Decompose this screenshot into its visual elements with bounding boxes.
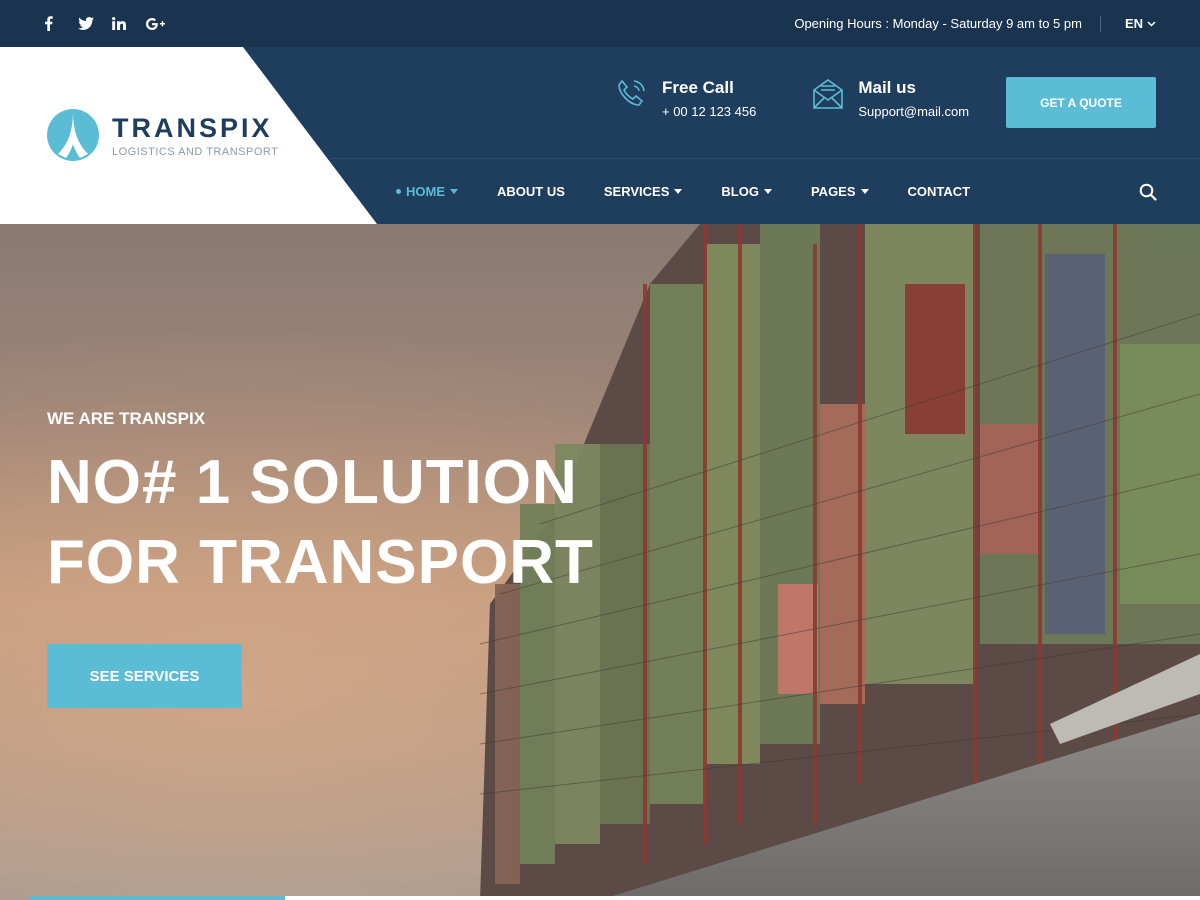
language-selector[interactable]: EN bbox=[1125, 16, 1156, 31]
nav-item-pages[interactable]: PAGES bbox=[811, 184, 869, 199]
nav-item-services[interactable]: SERVICES bbox=[604, 184, 683, 199]
facebook-icon[interactable] bbox=[44, 14, 78, 34]
caret-down-icon bbox=[763, 189, 772, 194]
hero-eyebrow: WE ARE TRANSPIX bbox=[47, 409, 206, 428]
nav-label: CONTACT bbox=[907, 184, 971, 199]
language-label: EN bbox=[1124, 16, 1143, 31]
nav-label: ABOUT US bbox=[497, 184, 565, 199]
brand-name: TRANSPIX bbox=[112, 112, 273, 143]
call-title: Free Call bbox=[662, 78, 734, 97]
brand-tagline: LOGISTICS AND TRANSPORT bbox=[112, 145, 279, 158]
nav-item-about-us[interactable]: ABOUT US bbox=[497, 184, 565, 199]
chevron-down-icon bbox=[1147, 20, 1156, 27]
caret-down-icon bbox=[450, 189, 458, 194]
contact-info: Free Call + 00 12 123 456 Mail us Suppor… bbox=[614, 77, 1025, 119]
logo-mark-icon bbox=[47, 109, 99, 161]
nav-label: SERVICES bbox=[603, 184, 670, 199]
nav-label: PAGES bbox=[810, 184, 856, 199]
mail-icon bbox=[813, 79, 844, 109]
mail-address[interactable]: Support@mail.com bbox=[858, 104, 969, 119]
search-icon[interactable] bbox=[1139, 183, 1157, 201]
divider bbox=[1099, 15, 1101, 32]
mail-us: Mail us Support@mail.com bbox=[812, 77, 969, 119]
nav-item-blog[interactable]: BLOG bbox=[721, 184, 772, 199]
headline-line-2: FOR TRANSPORT bbox=[47, 528, 594, 597]
mail-title: Mail us bbox=[858, 78, 916, 97]
caret-down-icon bbox=[860, 189, 869, 194]
get-a-quote-button[interactable]: GET A QUOTE bbox=[1006, 77, 1156, 128]
active-dot bbox=[396, 189, 401, 194]
accent-strip bbox=[30, 896, 285, 900]
twitter-icon[interactable] bbox=[78, 14, 112, 34]
top-bar: Opening Hours : Monday - Saturday 9 am t… bbox=[0, 0, 1200, 47]
logo-text: TRANSPIX LOGISTICS AND TRANSPORT bbox=[112, 113, 278, 158]
main-nav: HOME ABOUT US SERVICES BLOG PAGES CONTAC… bbox=[396, 159, 1009, 224]
nav-label: BLOG bbox=[721, 184, 759, 199]
top-info: Opening Hours : Monday - Saturday 9 am t… bbox=[794, 15, 1156, 32]
hero-content: WE ARE TRANSPIX NO# 1 SOLUTION FOR TRANS… bbox=[47, 409, 594, 603]
social-links bbox=[44, 14, 180, 34]
nav-item-home[interactable]: HOME bbox=[396, 184, 458, 199]
opening-hours: Opening Hours : Monday - Saturday 9 am t… bbox=[794, 16, 1082, 31]
logo[interactable]: TRANSPIX LOGISTICS AND TRANSPORT bbox=[46, 108, 278, 162]
call-number[interactable]: + 00 12 123 456 bbox=[662, 104, 756, 119]
caret-down-icon bbox=[674, 189, 683, 194]
phone-icon bbox=[618, 79, 645, 106]
google-plus-icon[interactable] bbox=[146, 14, 180, 34]
site-header: TRANSPIX LOGISTICS AND TRANSPORT Free Ca… bbox=[0, 47, 1200, 224]
hero-section: WE ARE TRANSPIX NO# 1 SOLUTION FOR TRANS… bbox=[0, 224, 1200, 900]
section-edge bbox=[285, 896, 1200, 900]
see-services-button[interactable]: SEE SERVICES bbox=[47, 644, 242, 708]
headline-line-1: NO# 1 SOLUTION bbox=[47, 448, 578, 517]
free-call: Free Call + 00 12 123 456 bbox=[614, 77, 756, 119]
hero-headline: NO# 1 SOLUTION FOR TRANSPORT bbox=[47, 443, 594, 603]
nav-item-contact[interactable]: CONTACT bbox=[908, 184, 971, 199]
linkedin-icon[interactable] bbox=[112, 14, 146, 34]
nav-label: HOME bbox=[406, 184, 445, 199]
